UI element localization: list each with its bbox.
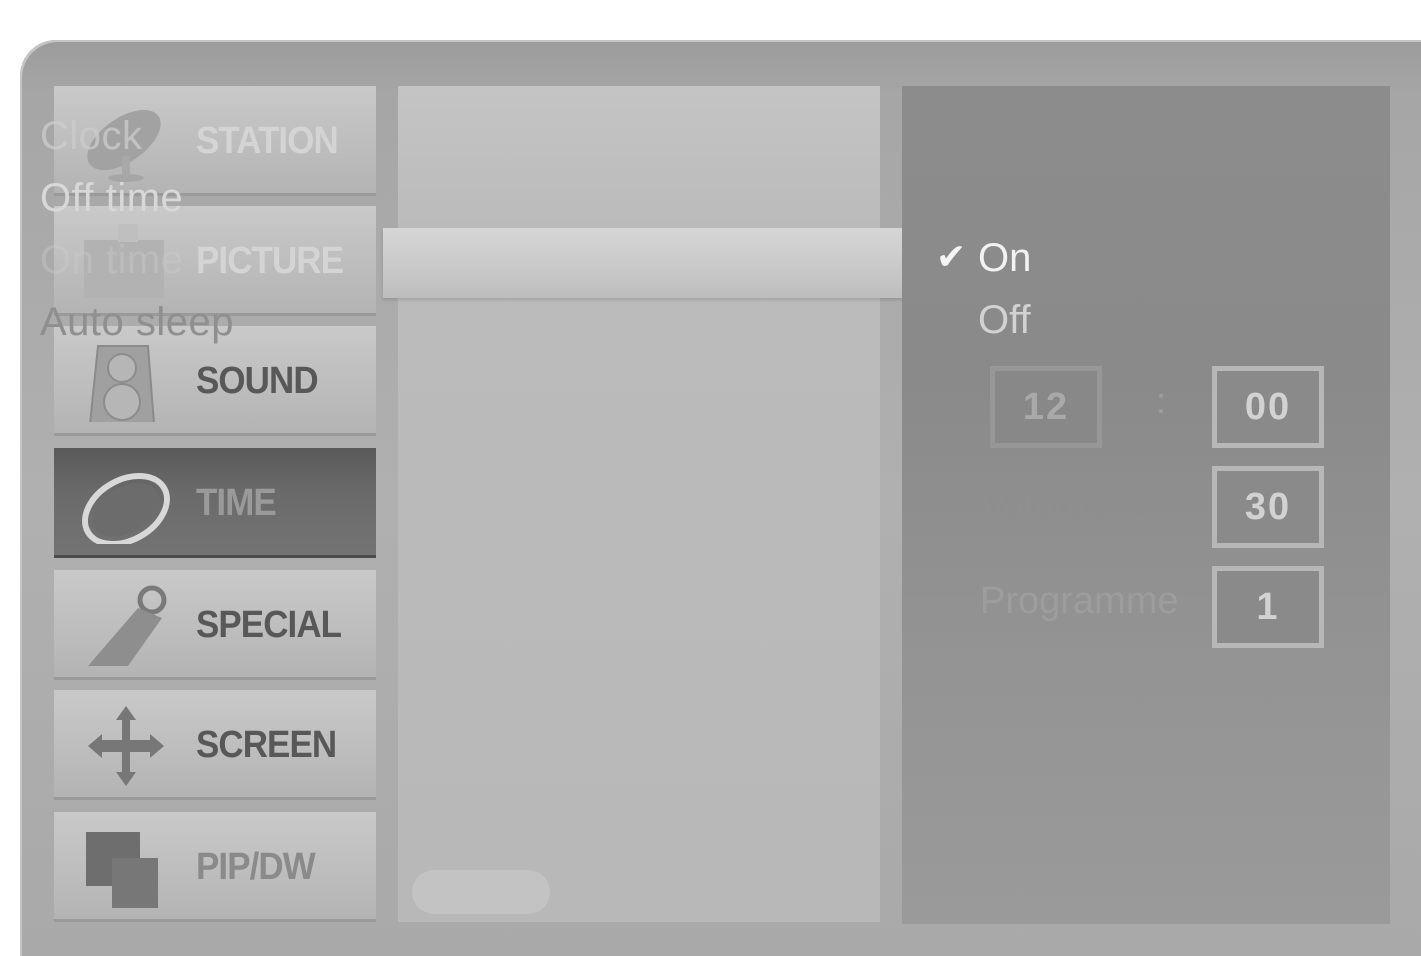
clock-icon	[82, 472, 170, 544]
category-label: STATION	[196, 119, 339, 162]
category-label: PIP/DW	[196, 845, 316, 888]
programme-label: Programme	[980, 580, 1179, 622]
tag-icon	[88, 585, 167, 666]
programme-field[interactable]: 1	[1212, 566, 1324, 648]
submenu-item-on-time[interactable]: On time	[40, 238, 184, 283]
option-off[interactable]: Off	[978, 298, 1031, 343]
submenu-item-off-time[interactable]: Off time	[40, 176, 183, 221]
option-on[interactable]: On	[978, 236, 1031, 281]
category-screen[interactable]: SCREEN	[54, 690, 376, 800]
pip-icon	[86, 832, 158, 908]
category-special[interactable]: SPECIAL	[54, 570, 376, 680]
submenu-item-clock[interactable]: Clock	[40, 114, 143, 159]
submenu-panel	[398, 86, 880, 922]
speaker-icon	[89, 345, 155, 422]
category-label: SPECIAL	[196, 603, 342, 646]
hour-field[interactable]: 12	[990, 366, 1102, 448]
minute-field[interactable]: 00	[1212, 366, 1324, 448]
checkmark-icon: ✔	[936, 236, 967, 277]
move-arrows-icon	[88, 706, 164, 786]
category-label: TIME	[196, 481, 277, 524]
volume-field[interactable]: 30	[1212, 466, 1324, 548]
footer-pill	[412, 870, 550, 914]
category-pip-dw[interactable]: PIP/DW	[54, 812, 376, 922]
category-time[interactable]: TIME	[54, 448, 376, 558]
submenu-item-auto-sleep[interactable]: Auto sleep	[40, 300, 234, 345]
volume-label: Volume	[980, 488, 1107, 530]
submenu-highlight[interactable]	[383, 228, 909, 298]
category-label: SCREEN	[196, 723, 337, 766]
time-separator: :	[1156, 380, 1167, 421]
